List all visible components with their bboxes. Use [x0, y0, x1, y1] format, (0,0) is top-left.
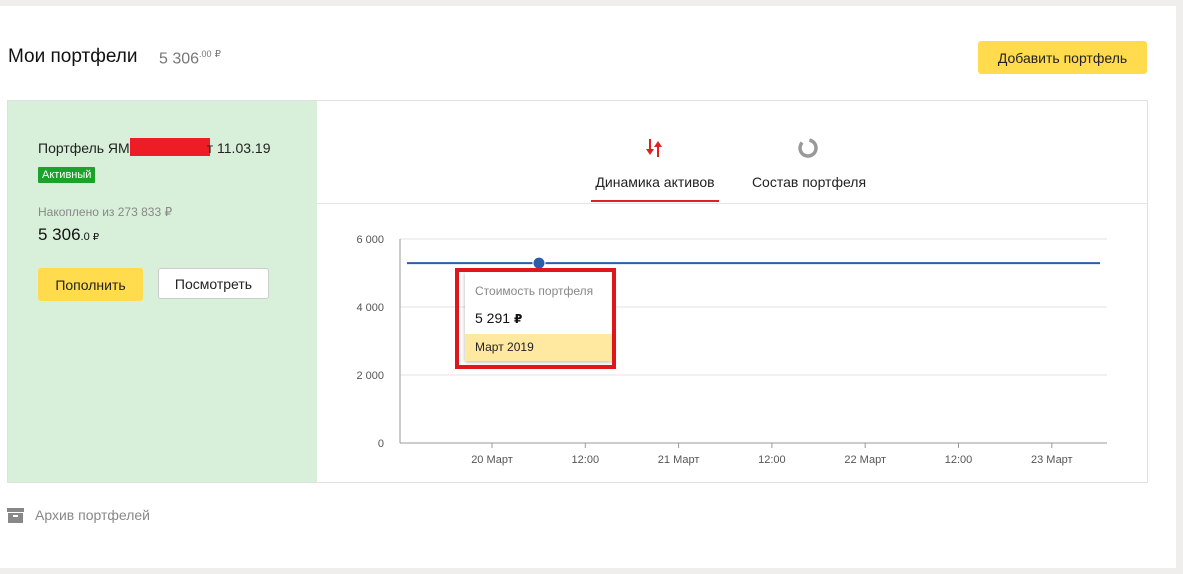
x-tick-label: 23 Март: [1031, 454, 1073, 466]
view-button[interactable]: Посмотреть: [158, 268, 269, 299]
tab-label: Динамика активов: [595, 174, 715, 190]
currency-sign: ₽: [514, 312, 523, 326]
tooltip-date-label: Март 2019: [475, 340, 534, 354]
portfolio-value: 5 306.0 ₽: [38, 225, 99, 245]
y-tick-label: 0: [378, 438, 384, 450]
portfolio-value-dec: .0: [80, 231, 90, 243]
tooltip-title: Стоимость портфеля: [475, 284, 594, 298]
chart-tabs: Динамика активов Состав портфеля: [317, 101, 1147, 204]
x-tick-label: 12:00: [945, 454, 973, 466]
archive-box-icon: [7, 507, 24, 524]
redaction-block: [129, 138, 210, 156]
donut-chart-icon: [747, 137, 871, 158]
y-tick-label: 6 000: [356, 234, 384, 246]
tooltip-value: 5 291 ₽: [475, 310, 522, 326]
x-tick-label: 12:00: [758, 454, 786, 466]
portfolio-name-suffix: т 11.03.19: [206, 140, 271, 156]
asset-chart[interactable]: 6 000 4 000 2 000 0 20 Март 12:00 21 Март 12:00…: [317, 204, 1147, 482]
highlighted-data-point: [532, 256, 546, 270]
total-int: 5 306: [159, 50, 200, 68]
portfolio-value-int: 5 306: [38, 225, 81, 244]
active-tab-indicator: [591, 200, 719, 202]
x-tick-label: 21 Март: [658, 454, 700, 466]
page-title: Мои портфели: [8, 46, 138, 67]
chart-tooltip: Стоимость портфеля 5 291 ₽ Март 2019: [465, 272, 613, 361]
portfolio-summary-panel[interactable]: Портфель ЯМ т 11.03.19 Активный Накоплено…: [8, 101, 317, 482]
status-badge: Активный: [38, 167, 96, 183]
tooltip-value-number: 5 291: [475, 310, 511, 326]
y-tick-label: 2 000: [356, 370, 384, 382]
add-portfolio-button[interactable]: Добавить портфель: [978, 41, 1147, 74]
portfolio-name: Портфель ЯМ т 11.03.19: [38, 138, 270, 156]
currency-sign: ₽: [214, 49, 221, 60]
archive-label: Архив портфелей: [35, 507, 150, 523]
tab-portfolio-composition[interactable]: Состав портфеля: [747, 101, 871, 203]
sort-arrows-icon: [591, 137, 719, 157]
x-tick-label: 20 Март: [471, 454, 513, 466]
y-tick-label: 4 000: [356, 302, 384, 314]
line-chart: 6 000 4 000 2 000 0 20 Март 12:00 21 Март 12:00…: [356, 234, 1107, 466]
tab-label: Состав портфеля: [751, 174, 867, 190]
total-dec: .00: [199, 49, 212, 59]
archive-link[interactable]: Архив портфелей: [7, 505, 150, 525]
tooltip-date: Март 2019: [465, 334, 613, 361]
currency-sign: ₽: [92, 232, 100, 243]
tab-asset-dynamics[interactable]: Динамика активов: [591, 101, 719, 203]
x-tick-label: 22 Март: [844, 454, 886, 466]
total-value: 5 306.00 ₽: [159, 49, 221, 68]
portfolio-card: Портфель ЯМ т 11.03.19 Активный Накоплено…: [7, 100, 1148, 483]
portfolio-name-prefix: Портфель ЯМ: [38, 140, 130, 156]
accumulated-label: Накоплено из 273 833 ₽: [38, 205, 173, 219]
x-tick-label: 12:00: [572, 454, 600, 466]
topup-button[interactable]: Пополнить: [38, 268, 143, 301]
